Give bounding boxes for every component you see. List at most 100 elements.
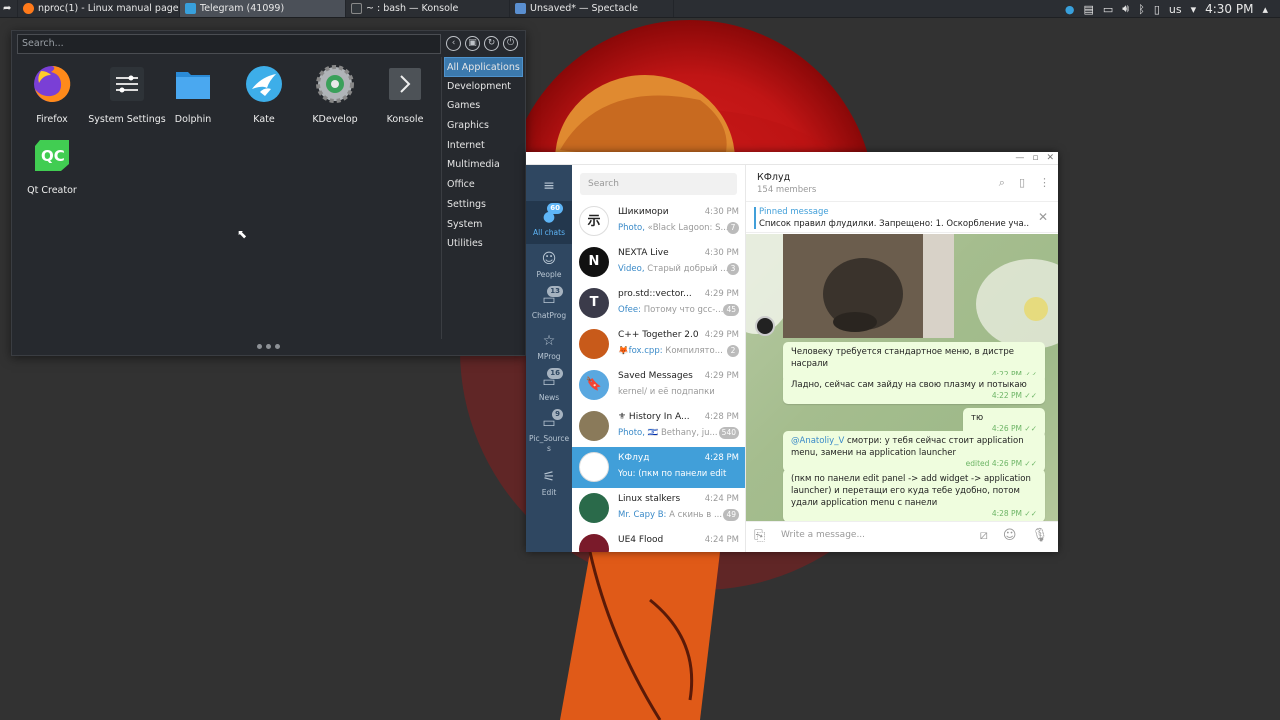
category-office[interactable]: Office [442, 175, 526, 195]
telegram-tray-icon[interactable]: ● [1065, 3, 1075, 16]
app-firefox[interactable]: Firefox [17, 63, 87, 125]
category-settings[interactable]: Settings [442, 195, 526, 215]
folder-edit[interactable]: ⚟ Edit [526, 468, 572, 497]
chat-search-input[interactable]: Search [580, 173, 737, 195]
close-pinned-icon[interactable]: ✕ [1038, 210, 1048, 224]
chat-row[interactable]: ⚜ History In A... 4:28 PM Photo, 🇮🇱 Bethan… [572, 406, 745, 447]
application-launcher: Search... ‹ ▣ ↻ ⏻ Firefox System Setting… [11, 30, 526, 356]
commands-icon[interactable]: ⧄ [980, 528, 988, 543]
volume-icon[interactable]: 🔊︎ [1122, 2, 1129, 16]
storage-icon[interactable]: ▭ [1103, 3, 1113, 16]
folder-label: All chats [532, 228, 565, 237]
category-utilities[interactable]: Utilities [442, 234, 526, 254]
category-multimedia[interactable]: Multimedia [442, 155, 526, 175]
battery-icon[interactable]: ▯ [1154, 3, 1160, 16]
bluetooth-icon[interactable]: ᛒ [1138, 3, 1145, 16]
microphone-icon[interactable]: 🎙︎ [1031, 528, 1048, 543]
category-games[interactable]: Games [442, 96, 526, 116]
chat-preview-text: А скинь в ... [669, 510, 723, 520]
message-text: Человеку требуется стандартное меню, в д… [791, 347, 1014, 369]
category-development[interactable]: Development [442, 77, 526, 97]
folder-label: ChatProg [531, 311, 567, 320]
outgoing-message[interactable]: @Anatoliy_V смотри: у тебя сейчас стоит … [783, 431, 1045, 472]
folder-mprog[interactable]: ☆ MProg [526, 332, 572, 361]
maximize-icon[interactable]: ▫ [1032, 152, 1038, 165]
outgoing-message[interactable]: (пкм по панели edit panel -> add widget … [783, 469, 1045, 521]
sidebar-toggle-icon[interactable]: ▯ [1019, 176, 1025, 190]
app-qt-creator[interactable]: QC Qt Creator [17, 134, 87, 196]
attach-icon[interactable]: ⎘ [754, 528, 765, 544]
chat-avatar [579, 452, 609, 482]
power-icon[interactable]: ⏻ [503, 36, 518, 51]
chat-row[interactable]: N NEXTA Live 4:30 PM Video, Старый добрый .… [572, 242, 745, 283]
chat-name: Linux stalkers [618, 494, 681, 504]
user-mention[interactable]: @Anatoliy_V [791, 436, 844, 446]
launcher-search-input[interactable]: Search... [17, 34, 441, 54]
category-all-applications[interactable]: All Applications [444, 57, 523, 77]
category-graphics[interactable]: Graphics [442, 116, 526, 136]
chat-preview-text: You: (пкм по панели edit p... [618, 469, 728, 479]
app-label: KDevelop [312, 114, 358, 125]
folder-people[interactable]: ☺ People [526, 250, 572, 279]
folder-label: Pic_Source s [529, 434, 570, 453]
message-input[interactable]: Write a message... [781, 530, 865, 540]
network-icon[interactable]: ▾ [1191, 3, 1197, 16]
page-indicator[interactable] [257, 344, 280, 349]
chat-sender: 🦊fox.cpp: [618, 346, 666, 356]
unread-badge: 3 [727, 263, 739, 275]
app-kate[interactable]: Kate [229, 63, 299, 125]
chat-name: Saved Messages [618, 371, 693, 381]
chat-row[interactable]: КФлуд 4:28 PM You: (пкм по панели edit p..… [572, 447, 745, 488]
folder-badge: 16 [547, 368, 563, 379]
emoji-icon[interactable]: ☺ [1003, 528, 1017, 543]
photo-message[interactable] [783, 234, 954, 338]
keyboard-layout[interactable]: us [1169, 3, 1182, 16]
chat-row[interactable]: Linux stalkers 4:24 PM Mr. Capy B: А скинь… [572, 488, 745, 529]
back-icon[interactable]: ‹ [446, 36, 461, 51]
chat-avatar [579, 493, 609, 523]
lock-icon[interactable]: ▣ [465, 36, 480, 51]
minimize-icon[interactable]: — [1015, 152, 1024, 165]
restart-icon[interactable]: ↻ [484, 36, 499, 51]
folder-news[interactable]: ▭ 16 News [526, 368, 572, 402]
menu-button[interactable]: ≡ [526, 177, 572, 197]
chat-row[interactable]: C++ Together 2.0 4:29 PM 🦊fox.cpp: Компиля… [572, 324, 745, 365]
task-label: nproc(1) - Linux manual page - M... [38, 3, 179, 14]
app-dolphin[interactable]: Dolphin [158, 63, 228, 125]
outgoing-message[interactable]: Ладно, сейчас сам зайду на свою плазму и… [783, 375, 1045, 404]
sender-avatar[interactable] [755, 316, 775, 336]
category-system[interactable]: System [442, 215, 526, 235]
app-system-settings[interactable]: System Settings [87, 63, 167, 125]
search-icon[interactable]: ⌕ [999, 176, 1005, 190]
category-internet[interactable]: Internet [442, 136, 526, 156]
task-firefox[interactable]: nproc(1) - Linux manual page - M... [18, 0, 180, 17]
task-telegram[interactable]: Telegram (41099) [180, 0, 346, 17]
folder-badge: 9 [552, 409, 563, 420]
pinned-message-bar[interactable]: Pinned message Список правил флудилки. З… [746, 202, 1058, 233]
task-spectacle[interactable]: Unsaved* — Spectacle [510, 0, 674, 17]
chat-row[interactable]: UE4 Flood 4:24 PM [572, 529, 745, 552]
more-options-icon[interactable]: ⋮ [1039, 176, 1050, 190]
folder-pic-sources[interactable]: ▭ 9 Pic_Source s [526, 409, 572, 454]
chat-sender: Video, [618, 264, 648, 274]
folder-all-chats[interactable]: ● 60 All chats [526, 203, 572, 237]
app-menu-button[interactable]: ➦ [0, 0, 18, 17]
clipboard-icon[interactable]: ▤ [1083, 3, 1093, 16]
folder-sidebar: ≡ ● 60 All chats ☺ People ▭ 13 ChatProg ☆ MPro… [526, 165, 572, 552]
close-icon[interactable]: ✕ [1046, 152, 1054, 165]
task-label: Telegram (41099) [200, 3, 285, 14]
folder-chatprog[interactable]: ▭ 13 ChatProg [526, 286, 572, 320]
window-titlebar[interactable]: — ▫ ✕ [526, 152, 1058, 165]
chat-row[interactable]: 示 Шикимори 4:30 PM Photo, «Black Lagoon: S.… [572, 201, 745, 242]
folder-label: MProg [537, 352, 561, 361]
task-konsole[interactable]: ~ : bash — Konsole [346, 0, 510, 17]
conversation-header[interactable]: КФлуд 154 members ⌕ ▯ ⋮ [746, 165, 1058, 202]
message-text: (пкм по панели edit panel -> add widget … [791, 474, 1031, 508]
app-kdevelop[interactable]: KDevelop [300, 63, 370, 125]
clock[interactable]: 4:30 PM [1205, 2, 1253, 16]
chat-row[interactable]: 🔖 Saved Messages 4:29 PM kernel/ и её подпа… [572, 365, 745, 406]
app-konsole[interactable]: Konsole [370, 63, 440, 125]
chat-sender: Photo, [618, 428, 648, 438]
chat-row[interactable]: Tpro.std::vector... 4:29 PM Ofee: Потому ч… [572, 283, 745, 324]
expand-panel-icon[interactable]: ▴ [1262, 3, 1268, 16]
